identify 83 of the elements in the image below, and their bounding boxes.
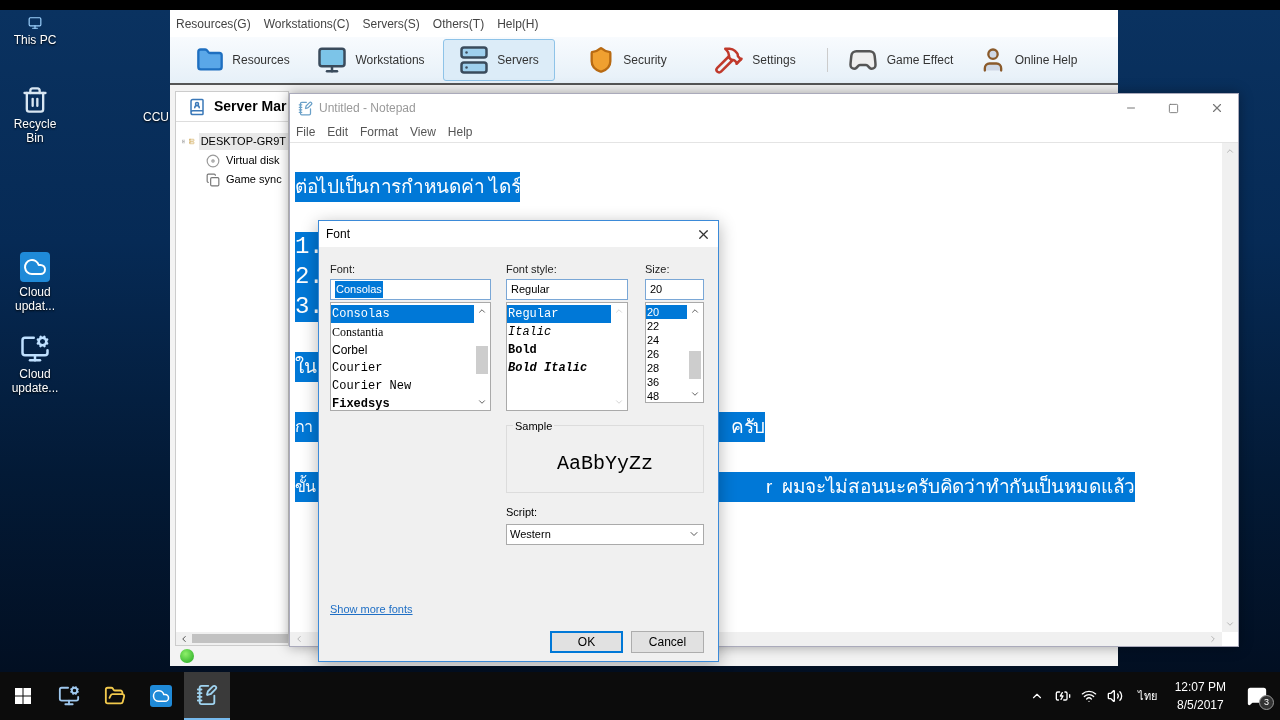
list-item[interactable]: 26: [646, 347, 687, 361]
font-name-field[interactable]: Consolas: [330, 279, 491, 300]
horizontal-scrollbar[interactable]: [176, 632, 288, 645]
field-label: Script:: [506, 505, 539, 520]
list-item[interactable]: Constantia: [331, 323, 474, 341]
font-size-field[interactable]: 20: [645, 279, 704, 300]
wifi-icon[interactable]: [1080, 688, 1097, 704]
scroll-up-icon[interactable]: [690, 306, 700, 316]
panel-title: Server Mar: [214, 97, 287, 116]
toolbar-button[interactable]: Workstations: [315, 39, 427, 81]
tree-item[interactable]: Virtual disk: [224, 152, 282, 169]
notification-badge: 3: [1259, 695, 1274, 710]
monitor-icon[interactable]: [20, 334, 50, 364]
field-label: Size:: [645, 262, 671, 277]
windows-logo-icon: [15, 688, 31, 704]
server-icon: [459, 45, 490, 75]
toolbar-button[interactable]: Settings: [699, 39, 811, 81]
address-book-icon: [188, 97, 206, 116]
menu-item[interactable]: Servers(S): [362, 14, 420, 33]
scroll-down-icon[interactable]: [690, 389, 700, 399]
scroll-down-icon[interactable]: [477, 397, 487, 407]
scrollbar-thumb[interactable]: [689, 350, 701, 379]
scrollbar-thumb[interactable]: [476, 345, 488, 374]
scroll-up-icon[interactable]: [477, 306, 487, 316]
menu-item[interactable]: Edit: [327, 123, 349, 141]
notification-button[interactable]: 3: [1234, 672, 1280, 720]
menu-item[interactable]: File: [296, 123, 316, 141]
date-text: 8/5/2017: [1176, 697, 1224, 714]
list-item[interactable]: 22: [646, 319, 687, 333]
clock[interactable]: 12:07 PM 8/5/2017: [1166, 678, 1234, 714]
list-item[interactable]: 20: [646, 305, 687, 319]
tree-item[interactable]: Game sync: [224, 171, 284, 188]
toolbar-button[interactable]: Servers: [443, 39, 555, 81]
field-label: Font style:: [506, 262, 558, 277]
menu-item[interactable]: Others(T): [432, 14, 485, 33]
monitor-icon: [317, 45, 348, 75]
copies-icon: [206, 172, 220, 187]
window-title: Untitled - Notepad: [319, 100, 416, 117]
dialog-button[interactable]: OK: [550, 631, 623, 653]
menu-item[interactable]: Format: [360, 123, 399, 141]
list-item[interactable]: Consolas: [331, 305, 474, 323]
list-item[interactable]: 48: [646, 389, 687, 403]
maximize-icon: [1168, 102, 1179, 114]
time-text: 12:07 PM: [1174, 679, 1226, 696]
battery-icon[interactable]: [1054, 688, 1071, 704]
toolbar-button[interactable]: Security: [571, 39, 683, 81]
desktop-icon-label[interactable]: This PC: [13, 33, 57, 47]
status-icon: [180, 649, 194, 663]
recycle-bin-icon[interactable]: [21, 86, 49, 114]
volume-icon[interactable]: [1106, 688, 1123, 704]
desktop-icon-label[interactable]: CCU: [143, 110, 169, 124]
language-indicator[interactable]: ไทย: [1137, 687, 1157, 705]
menu-item[interactable]: Resources(G): [176, 14, 251, 33]
list-item[interactable]: Courier: [331, 359, 474, 377]
desktop-icon-label[interactable]: Cloud updat...: [5, 285, 65, 313]
font-style-field[interactable]: Regular: [506, 279, 628, 300]
notepad-icon: [298, 100, 313, 116]
list-item[interactable]: Regular: [507, 305, 611, 323]
menu-item[interactable]: Help: [447, 123, 473, 141]
show-more-fonts-link[interactable]: Show more fonts: [330, 600, 413, 617]
disc-icon: [206, 153, 220, 168]
desktop-icon-label[interactable]: Recycle Bin: [5, 117, 65, 145]
dialog-title: Font: [326, 226, 350, 243]
menu-item[interactable]: View: [410, 123, 436, 141]
desktop-icon-label[interactable]: Cloud update...: [5, 367, 65, 395]
cloud-icon[interactable]: [20, 252, 50, 282]
scroll-left-icon[interactable]: [179, 633, 189, 644]
toolbar-button[interactable]: Online Help: [972, 39, 1084, 81]
menu-item[interactable]: Workstations(C): [263, 14, 350, 33]
toolbar-button[interactable]: Resources: [187, 39, 299, 81]
script-dropdown[interactable]: Western: [506, 523, 704, 545]
toolbar-button[interactable]: Game Effect: [844, 39, 956, 81]
list-item[interactable]: Fixedsys: [331, 395, 474, 413]
list-item[interactable]: 36: [646, 375, 687, 389]
list-item[interactable]: 28: [646, 361, 687, 375]
hammer-icon: [714, 45, 745, 75]
list-item[interactable]: 24: [646, 333, 687, 347]
field-label: Font:: [330, 262, 357, 277]
tree-item[interactable]: DESKTOP-GR9T: [198, 133, 288, 150]
taskbar-app-icon[interactable]: [184, 672, 230, 720]
menu-item[interactable]: Help(H): [497, 14, 539, 33]
list-item[interactable]: Italic: [507, 323, 611, 341]
dialog-button[interactable]: Cancel: [631, 631, 704, 653]
